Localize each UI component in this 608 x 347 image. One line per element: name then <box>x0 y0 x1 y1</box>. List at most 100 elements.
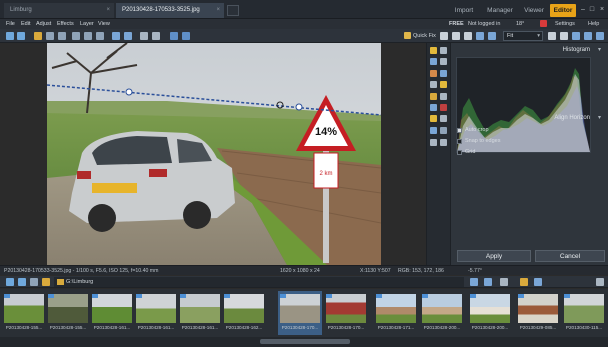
red-eye-tool-icon[interactable] <box>440 104 447 111</box>
grid-checkbox[interactable] <box>457 150 462 155</box>
rotate-left-icon[interactable] <box>112 32 120 40</box>
crop-icon[interactable] <box>140 32 148 40</box>
cut-icon[interactable] <box>72 32 80 40</box>
copy-icon[interactable] <box>84 32 92 40</box>
open-icon[interactable] <box>34 32 42 40</box>
horizon-handle-right[interactable] <box>295 103 303 111</box>
eraser-tool-icon[interactable] <box>430 139 437 146</box>
close-icon[interactable]: × <box>106 3 110 18</box>
mode-editor[interactable]: Editor <box>550 4 576 17</box>
panel-icon[interactable] <box>182 32 190 40</box>
thumbnail[interactable]: P20130428-200... <box>420 291 464 335</box>
cancel-button[interactable]: Cancel <box>535 250 605 262</box>
thumbnail[interactable]: P20130428-161... <box>134 291 178 335</box>
brush-tool-icon[interactable] <box>430 115 437 122</box>
maximize-icon[interactable]: □ <box>587 4 597 16</box>
thumbnail[interactable]: P20130428-161... <box>90 291 134 335</box>
settings-link[interactable]: Settings <box>555 19 575 29</box>
folder-tool-icon[interactable] <box>430 93 437 100</box>
menu-view[interactable]: View <box>98 19 110 29</box>
color-tool-icon[interactable] <box>430 70 437 77</box>
tab-image-file[interactable]: P20130428-170533-3525.jpg × <box>116 3 224 18</box>
collapse-icon[interactable] <box>596 278 604 286</box>
thumbnail[interactable]: P20130428-200... <box>468 291 512 335</box>
thumbnail-view-icon[interactable] <box>534 278 542 286</box>
forward-icon[interactable] <box>18 278 26 286</box>
thumbnail[interactable]: P20130428-155... <box>2 291 46 335</box>
refresh-icon[interactable] <box>470 278 478 286</box>
fullscreen-icon[interactable] <box>584 32 592 40</box>
auto-crop-checkbox[interactable] <box>457 128 462 133</box>
quick-fix-tool-icon[interactable] <box>430 47 437 54</box>
redo-icon[interactable] <box>17 32 25 40</box>
chevron-down-icon[interactable]: ▾ <box>598 46 601 53</box>
zoom-select[interactable]: Fit <box>503 31 543 41</box>
photo[interactable]: 14% 2 km <box>47 43 381 265</box>
text-tool-icon[interactable] <box>440 93 447 100</box>
triangle-icon[interactable] <box>476 32 484 40</box>
auto-crop-option[interactable]: Auto crop <box>457 127 489 134</box>
zoom-out-icon[interactable] <box>440 32 448 40</box>
snap-to-edges-option[interactable]: Snap to edges <box>457 138 500 145</box>
sort-icon[interactable] <box>484 278 492 286</box>
thumbnail-selected[interactable]: P20130428-170... <box>278 291 322 335</box>
shape-tool-icon[interactable] <box>430 127 437 134</box>
notification-icon[interactable] <box>540 20 547 27</box>
grid-icon[interactable] <box>488 32 496 40</box>
mode-import[interactable]: Import <box>448 4 480 17</box>
folder-icon[interactable] <box>42 278 50 286</box>
select-tool-icon[interactable] <box>440 47 447 54</box>
crop-tool-icon[interactable] <box>430 58 437 65</box>
chevron-down-icon[interactable]: ▾ <box>598 114 601 121</box>
undo-icon[interactable] <box>6 32 14 40</box>
close-window-icon[interactable]: × <box>597 4 607 16</box>
thumbnail[interactable]: P20130430-115... <box>562 291 606 335</box>
frame-tool-icon[interactable] <box>440 127 447 134</box>
back-icon[interactable] <box>6 278 14 286</box>
clone-tool-icon[interactable] <box>430 104 437 111</box>
light-tool-icon[interactable] <box>440 81 447 88</box>
compare-icon[interactable] <box>596 32 604 40</box>
menu-edit[interactable]: Edit <box>21 19 30 29</box>
browse-icon[interactable] <box>520 278 528 286</box>
thumbnail[interactable]: P20130428-155... <box>46 291 90 335</box>
print-icon[interactable] <box>58 32 66 40</box>
actual-size-icon[interactable] <box>464 32 472 40</box>
image-canvas[interactable]: 14% 2 km <box>0 43 426 265</box>
mode-manager[interactable]: Manager <box>482 4 518 17</box>
thumbnail[interactable]: P20130428-171... <box>374 291 418 335</box>
thumbnail[interactable]: P20130428-170... <box>324 291 368 335</box>
apply-button[interactable]: Apply <box>457 250 531 262</box>
gradient-tool-icon[interactable] <box>440 139 447 146</box>
zoom-tool-icon[interactable] <box>440 58 447 65</box>
menu-layer[interactable]: Layer <box>80 19 94 29</box>
thumbnail[interactable]: P20130428-161... <box>178 291 222 335</box>
zoom-in-icon[interactable] <box>452 32 460 40</box>
folder-path[interactable]: G:\Limburg <box>54 277 464 287</box>
quick-fix-button[interactable]: Quick Fix <box>404 30 436 42</box>
snap-to-edges-checkbox[interactable] <box>457 139 462 144</box>
filmstrip-scrollbar[interactable] <box>0 337 608 347</box>
align-horizon-title[interactable]: Align Horizon <box>554 115 590 121</box>
thumbnail[interactable]: P20130429-085... <box>516 291 560 335</box>
menu-effects[interactable]: Effects <box>57 19 74 29</box>
horizon-handle-left[interactable] <box>125 88 133 96</box>
save-icon[interactable] <box>46 32 54 40</box>
scrollbar-thumb[interactable] <box>260 339 350 344</box>
align-tool-icon[interactable] <box>440 70 447 77</box>
grid-option[interactable]: Grid <box>457 149 475 156</box>
zoom-minus-icon[interactable] <box>560 32 568 40</box>
paste-icon[interactable] <box>96 32 104 40</box>
resize-tool-icon[interactable] <box>430 81 437 88</box>
fit-icon[interactable] <box>572 32 580 40</box>
rotate-right-icon[interactable] <box>124 32 132 40</box>
login-status[interactable]: Not logged in <box>468 19 500 29</box>
lasso-tool-icon[interactable] <box>440 115 447 122</box>
filter-icon[interactable] <box>500 278 508 286</box>
menu-adjust[interactable]: Adjust <box>36 19 51 29</box>
mode-viewer[interactable]: Viewer <box>520 4 548 17</box>
resize-icon[interactable] <box>152 32 160 40</box>
menu-file[interactable]: File <box>6 19 15 29</box>
help-link[interactable]: Help <box>588 19 599 29</box>
zoom-icon[interactable] <box>548 32 556 40</box>
